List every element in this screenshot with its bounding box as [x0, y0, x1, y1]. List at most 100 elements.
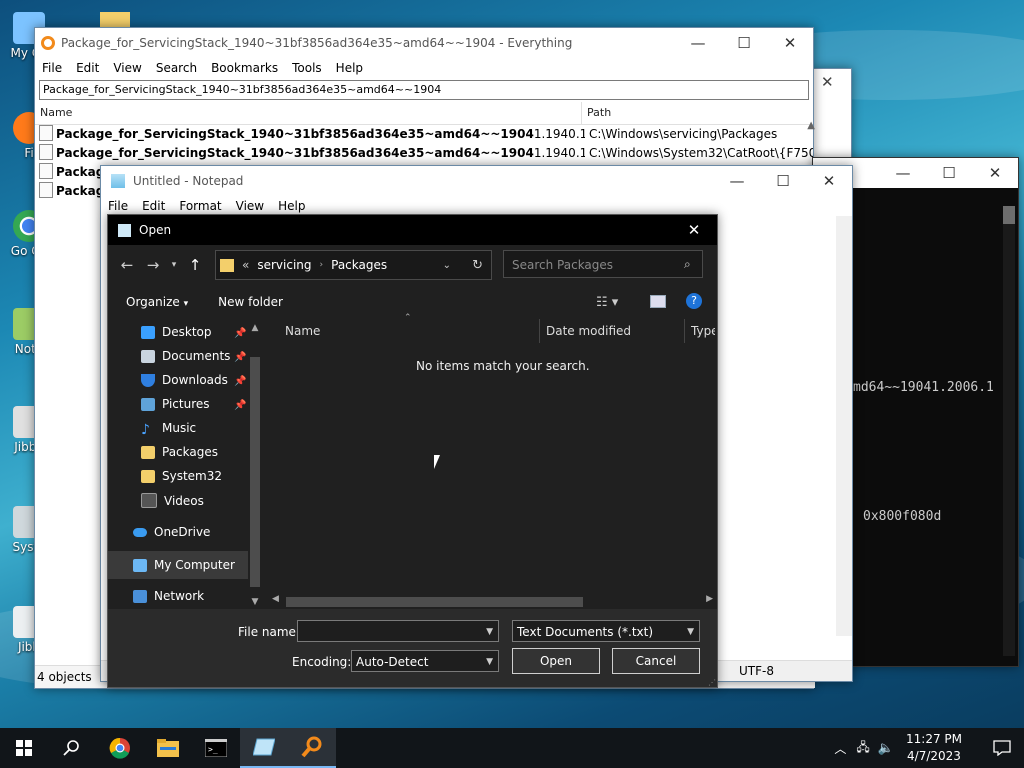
taskbar-chrome[interactable] [96, 728, 144, 768]
breadcrumb-overflow[interactable]: « [242, 258, 249, 272]
nav-item-downloads[interactable]: Downloads [141, 373, 228, 387]
menu-file[interactable]: File [35, 61, 69, 75]
filetype-select[interactable]: Text Documents (*.txt) ▼ [512, 620, 700, 642]
chevron-down-icon[interactable]: ▼ [486, 621, 493, 643]
column-divider[interactable] [684, 319, 685, 343]
menu-view[interactable]: View [229, 199, 271, 213]
nav-item-pictures[interactable]: Pictures [141, 397, 210, 411]
nav-item-desktop[interactable]: Desktop [141, 325, 212, 339]
breadcrumb-packages[interactable]: Packages [331, 258, 387, 272]
help-icon[interactable]: ? [686, 293, 702, 309]
organize-button[interactable]: Organize ▾ [126, 295, 188, 309]
back-arrow-icon[interactable]: ← [114, 256, 140, 274]
table-row[interactable]: Package_for_ServicingStack_1940~31bf3856… [35, 125, 813, 144]
volume-icon[interactable]: 🔈 [878, 741, 894, 756]
notifications-button[interactable] [980, 740, 1024, 756]
close-button[interactable]: ✕ [806, 166, 852, 196]
refresh-icon[interactable]: ↻ [472, 258, 483, 273]
scroll-up-icon[interactable]: ▲ [807, 120, 815, 131]
close-button[interactable]: ✕ [671, 215, 717, 245]
background-window: ✕ [812, 68, 852, 170]
menu-edit[interactable]: Edit [135, 199, 172, 213]
minimize-button[interactable]: — [714, 166, 760, 196]
taskbar-terminal[interactable]: >_ [192, 728, 240, 768]
close-button[interactable]: ✕ [972, 158, 1018, 188]
search-input[interactable]: Search Packages [503, 250, 703, 278]
table-row[interactable]: Package_for_ServicingStack_1940~31bf3856… [35, 144, 813, 163]
menu-view[interactable]: View [106, 61, 148, 75]
forward-arrow-icon[interactable]: → [140, 256, 166, 274]
cancel-button[interactable]: Cancel [612, 648, 700, 674]
menu-help[interactable]: Help [271, 199, 312, 213]
column-divider[interactable] [539, 319, 540, 343]
dialog-titlebar[interactable]: Open ✕ [108, 215, 717, 245]
show-hidden-icons-chevron-icon[interactable]: ︿ [834, 740, 846, 757]
minimize-button[interactable]: — [675, 28, 721, 58]
chevron-down-icon[interactable]: ▼ [486, 651, 493, 673]
start-button[interactable] [0, 728, 48, 768]
nav-item-documents[interactable]: Documents [141, 349, 230, 363]
new-folder-button[interactable]: New folder [218, 295, 283, 309]
horizontal-scrollbar[interactable]: ◀ ▶ [272, 593, 715, 609]
notepad-titlebar[interactable]: Untitled - Notepad — ☐ ✕ [101, 166, 852, 196]
search-input[interactable]: Package_for_ServicingStack_1940~31bf3856… [39, 80, 809, 100]
chevron-down-icon[interactable]: ▼ [687, 621, 694, 643]
close-icon[interactable]: ✕ [821, 73, 834, 91]
scrollbar-thumb[interactable] [286, 597, 583, 607]
scrollbar-thumb[interactable] [1003, 206, 1015, 224]
nav-item-onedrive[interactable]: OneDrive [133, 525, 210, 539]
scroll-down-icon[interactable]: ▼ [247, 597, 263, 607]
taskbar-notepad[interactable] [240, 728, 288, 768]
taskbar-everything[interactable] [288, 728, 336, 768]
breadcrumb-servicing[interactable]: servicing [257, 258, 311, 272]
filename-input[interactable]: ▼ [297, 620, 499, 642]
address-bar[interactable]: « servicing › Packages ⌄ ↻ [215, 250, 492, 280]
view-options-icon[interactable]: ☷ ▾ [596, 295, 618, 310]
close-button[interactable]: ✕ [767, 28, 813, 58]
up-arrow-icon[interactable]: ↑ [182, 256, 208, 274]
computer-icon [133, 558, 147, 572]
menu-bookmarks[interactable]: Bookmarks [204, 61, 285, 75]
scroll-up-icon[interactable]: ▲ [247, 323, 263, 333]
search-button[interactable] [48, 728, 96, 768]
nav-item-my-computer[interactable]: My Computer [108, 551, 248, 579]
encoding-select[interactable]: Auto-Detect ▼ [351, 650, 499, 672]
network-status-icon[interactable]: 🖧 [856, 738, 869, 759]
column-path[interactable]: Path [582, 102, 611, 124]
scroll-left-icon[interactable]: ◀ [272, 594, 279, 604]
taskbar-file-explorer[interactable] [144, 728, 192, 768]
menu-format[interactable]: Format [172, 199, 228, 213]
recent-locations-chevron-icon[interactable]: ▾ [166, 260, 182, 270]
column-name[interactable]: Name [285, 319, 539, 343]
nav-item-packages[interactable]: Packages [141, 445, 218, 459]
notepad-scrollbar[interactable] [836, 216, 852, 636]
column-date-modified[interactable]: Date modified [546, 319, 684, 343]
maximize-button[interactable]: ☐ [926, 158, 972, 188]
console-scrollbar[interactable] [1003, 206, 1015, 656]
minimize-button[interactable]: — [880, 158, 926, 188]
nav-item-videos[interactable]: Videos [141, 493, 204, 508]
open-button[interactable]: Open [512, 648, 600, 674]
column-type[interactable]: Type [691, 319, 715, 343]
address-dropdown-icon[interactable]: ⌄ [443, 260, 451, 271]
menu-file[interactable]: File [101, 199, 135, 213]
everything-titlebar[interactable]: Package_for_ServicingStack_1940~31bf3856… [35, 28, 813, 58]
filename-label: File name: [238, 625, 300, 639]
nav-scrollbar[interactable]: ▲ ▼ [247, 319, 263, 609]
scroll-right-icon[interactable]: ▶ [706, 594, 713, 604]
clock[interactable]: 11:27 PM 4/7/2023 [906, 731, 962, 765]
nav-item-system32[interactable]: System32 [141, 469, 222, 483]
menu-search[interactable]: Search [149, 61, 204, 75]
nav-item-network[interactable]: Network [133, 589, 204, 603]
navigation-pane: Desktop 📌 Documents 📌 Downloads 📌 Pictur… [108, 319, 266, 609]
preview-pane-icon[interactable] [650, 295, 666, 308]
column-name[interactable]: Name [35, 102, 582, 124]
maximize-button[interactable]: ☐ [721, 28, 767, 58]
menu-tools[interactable]: Tools [285, 61, 329, 75]
maximize-button[interactable]: ☐ [760, 166, 806, 196]
nav-item-music[interactable]: ♪ Music [141, 421, 196, 438]
menu-help[interactable]: Help [329, 61, 370, 75]
resize-grip-icon[interactable]: ⋰ [708, 678, 716, 687]
scrollbar-thumb[interactable] [250, 357, 260, 587]
menu-edit[interactable]: Edit [69, 61, 106, 75]
